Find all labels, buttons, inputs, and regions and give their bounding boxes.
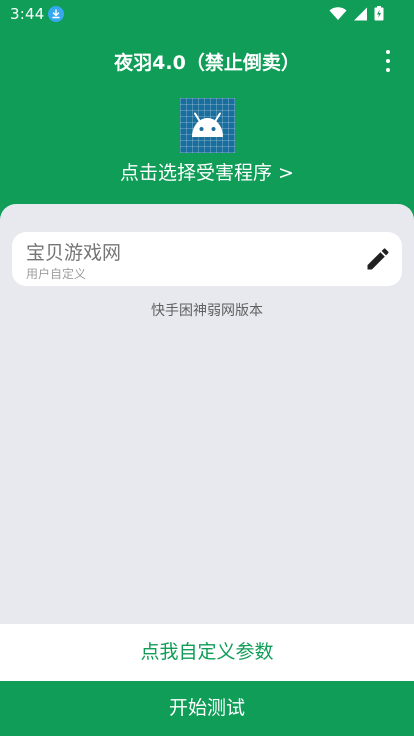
target-card[interactable]: 宝贝游戏网 用户自定义 xyxy=(12,232,402,286)
cellular-signal-icon xyxy=(353,6,368,25)
download-icon xyxy=(48,6,64,22)
app-title: 夜羽4.0（禁止倒卖） xyxy=(114,52,300,74)
content-panel: 宝贝游戏网 用户自定义 快手困神弱网版本 xyxy=(0,204,414,624)
start-test-button[interactable]: 开始测试 xyxy=(0,681,414,736)
status-bar: 3:44 xyxy=(0,0,414,28)
battery-icon xyxy=(374,6,384,25)
select-target-label[interactable]: 点击选择受害程序 > xyxy=(0,158,414,185)
target-name: 宝贝游戏网 xyxy=(26,242,122,264)
app-bar: 夜羽4.0（禁止倒卖） xyxy=(0,40,414,80)
app-screen: 3:44 夜羽4.0（禁止倒卖） 点击选择受害程序 > 宝贝游戏网 用户自定义 … xyxy=(0,0,414,736)
android-app-icon[interactable] xyxy=(180,98,235,153)
custom-params-button[interactable]: 点我自定义参数 xyxy=(0,624,414,681)
pencil-icon[interactable] xyxy=(364,245,392,273)
version-note: 快手困神弱网版本 xyxy=(151,303,263,319)
status-icons xyxy=(329,6,384,25)
wifi-icon xyxy=(329,6,347,25)
status-time: 3:44 xyxy=(10,5,45,23)
select-target-app-button[interactable]: 点击选择受害程序 > xyxy=(0,96,414,186)
target-subtitle: 用户自定义 xyxy=(26,267,87,281)
more-vert-icon[interactable] xyxy=(378,50,398,72)
